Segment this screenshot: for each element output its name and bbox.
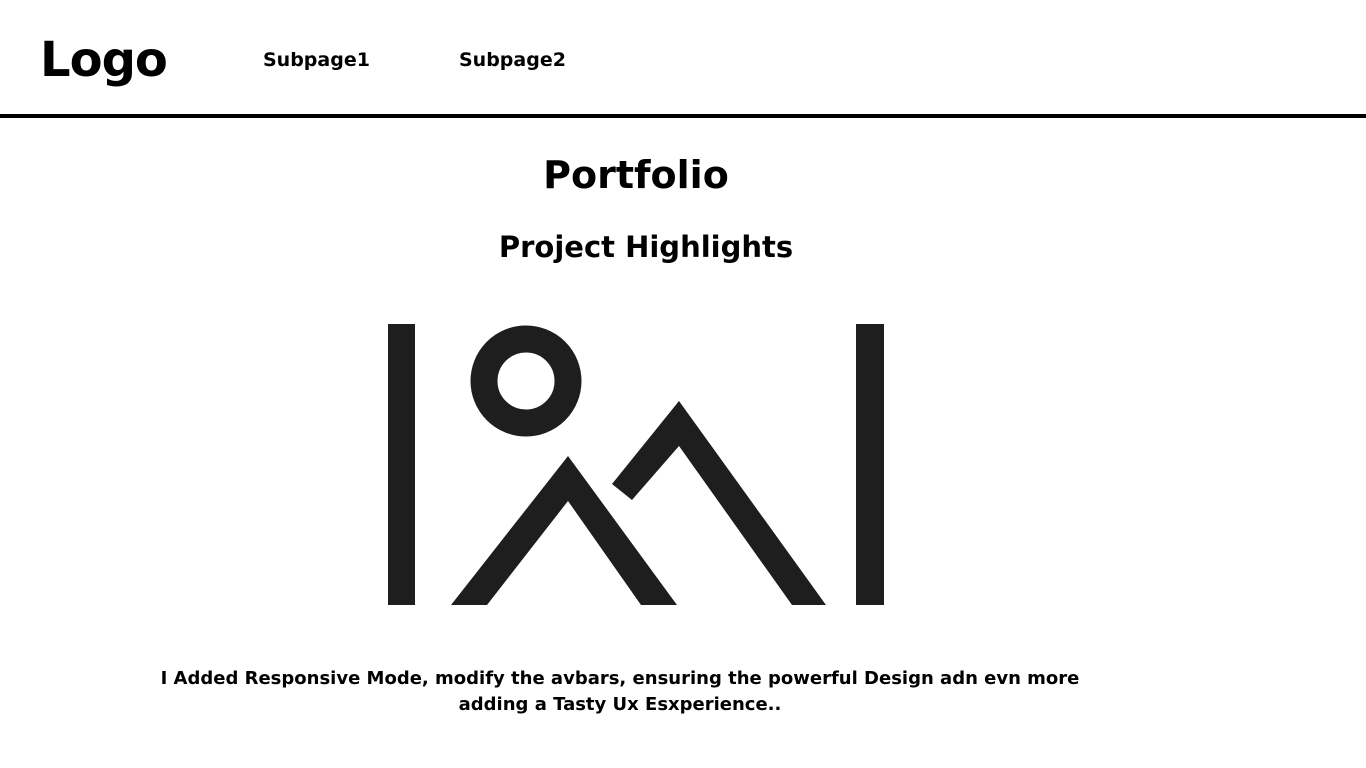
project-description: I Added Responsive Mode, modify the avba… — [160, 668, 1080, 715]
page-title: Portfolio — [543, 153, 729, 197]
section-title: Project Highlights — [498, 230, 794, 264]
navbar: Logo Subpage1 Subpage2 — [0, 0, 1366, 118]
logo[interactable]: Logo — [40, 30, 168, 90]
nav-link-subpage2[interactable]: Subpage2 — [459, 48, 566, 72]
sun-circle — [470, 325, 582, 437]
page: Logo Subpage1 Subpage2 Portfolio Project… — [0, 0, 1366, 768]
nav-link-subpage1[interactable]: Subpage1 — [263, 48, 370, 72]
image-frame-right-bar — [856, 324, 884, 605]
image-frame-left-bar — [388, 324, 415, 605]
image-placeholder-icon — [388, 324, 884, 605]
